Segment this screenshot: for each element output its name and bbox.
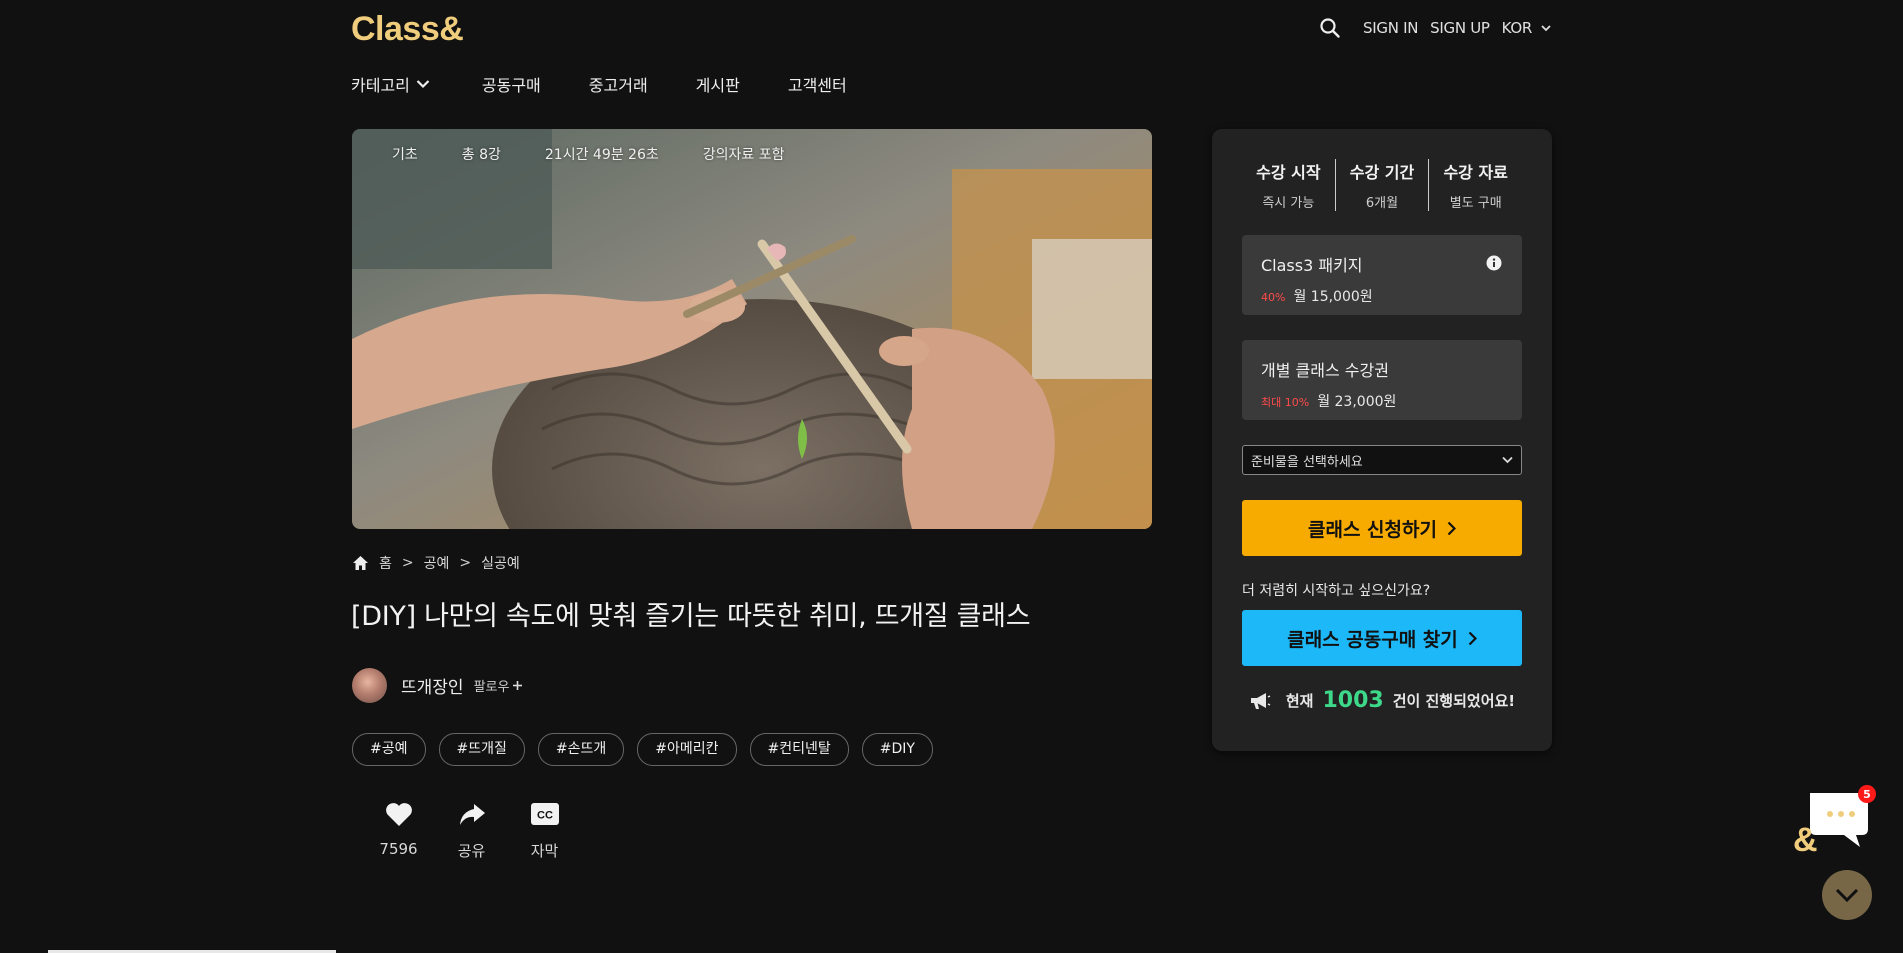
single-class-option[interactable]: 개별 클래스 수강권 최대 10% 월 23,000원 <box>1242 340 1522 420</box>
materials-select[interactable]: 준비물을 선택하세요 <box>1242 445 1522 475</box>
nav-category-label: 카테고리 <box>351 76 410 95</box>
stat-title: 수강 기간 <box>1349 163 1415 182</box>
package-option[interactable]: Class3 패키지 40% 월 15,000원 <box>1242 235 1522 315</box>
info-icon[interactable] <box>1486 255 1502 271</box>
breadcrumb-craft[interactable]: 공예 <box>424 553 450 573</box>
materials-included: 강의자료 포함 <box>702 147 785 163</box>
like-count: 7596 <box>379 840 418 858</box>
nav-group-buy[interactable]: 공동구매 <box>482 72 541 96</box>
single-class-amount: 월 23,000원 <box>1317 394 1397 410</box>
cheaper-prompt: 더 저렴히 시작하고 싶으신가요? <box>1242 583 1431 599</box>
breadcrumb-separator: > <box>401 555 414 571</box>
package-price: 40% 월 15,000원 <box>1261 286 1503 306</box>
plus-icon <box>513 681 523 690</box>
heart-icon <box>384 800 414 828</box>
materials-select-value: 준비물을 선택하세요 <box>1251 454 1363 470</box>
tag-american[interactable]: #아메리칸 <box>637 733 737 766</box>
progress-suffix: 건이 진행되었어요! <box>1392 692 1516 710</box>
stat-value: 6개월 <box>1365 196 1399 211</box>
stat-title: 수강 자료 <box>1443 163 1508 182</box>
chat-notification-badge: 5 <box>1858 785 1876 803</box>
stat-value: 별도 구매 <box>1449 196 1502 211</box>
single-class-discount: 최대 10% <box>1261 396 1310 409</box>
like-button[interactable]: 7596 <box>362 800 435 861</box>
apply-class-label: 클래스 신청하기 <box>1308 518 1437 541</box>
stat-start: 수강 시작 즉시 가능 <box>1242 159 1335 211</box>
share-button[interactable]: 공유 <box>435 800 508 861</box>
stat-title: 수강 시작 <box>1256 163 1321 182</box>
class-level: 기초 <box>392 147 418 163</box>
header-actions: SIGN IN SIGN UP KOR <box>1319 17 1552 39</box>
breadcrumb: 홈 > 공예 > 실공예 <box>352 553 520 573</box>
total-duration: 21시간 49분 26초 <box>544 147 659 163</box>
group-buy-progress: 현재 1003 건이 진행되었어요! <box>1212 688 1552 713</box>
nav-board[interactable]: 게시판 <box>696 72 740 96</box>
tag-diy[interactable]: #DIY <box>861 733 933 766</box>
tag-list: #공예 #뜨개질 #손뜨개 #아메리칸 #컨티넨탈 #DIY <box>352 733 933 766</box>
svg-text:CC: CC <box>537 810 553 822</box>
tag-knitting[interactable]: #뜨개질 <box>438 733 525 766</box>
scroll-down-button[interactable] <box>1822 870 1872 920</box>
action-bar: 7596 공유 CC 자막 <box>362 800 581 861</box>
package-title: Class3 패키지 <box>1261 256 1363 275</box>
main-nav: 카테고리 공동구매 중고거래 게시판 고객센터 <box>351 72 895 96</box>
stat-materials: 수강 자료 별도 구매 <box>1428 159 1522 211</box>
subtitle-label: 자막 <box>530 842 559 860</box>
sign-up-link[interactable]: SIGN UP <box>1430 19 1490 37</box>
tag-hand-knit[interactable]: #손뜨개 <box>537 733 625 766</box>
breadcrumb-separator: > <box>459 555 472 571</box>
subtitle-button[interactable]: CC 자막 <box>508 800 581 861</box>
sign-in-link[interactable]: SIGN IN <box>1363 19 1418 37</box>
package-amount: 월 15,000원 <box>1293 289 1373 305</box>
breadcrumb-home[interactable]: 홈 <box>379 553 392 573</box>
chevron-down-icon <box>1502 456 1513 464</box>
progress-count: 1003 <box>1322 688 1384 713</box>
language-label: KOR <box>1501 19 1533 37</box>
tag-craft[interactable]: #공예 <box>352 733 426 766</box>
nav-used-market[interactable]: 중고거래 <box>589 72 648 96</box>
chevron-down-icon <box>1835 888 1859 902</box>
home-icon[interactable] <box>352 555 369 571</box>
author-avatar[interactable] <box>352 668 387 703</box>
class-stats: 수강 시작 즉시 가능 수강 기간 6개월 수강 자료 별도 구매 <box>1242 159 1522 211</box>
class-hero-image[interactable]: 기초 총 8강 21시간 49분 26초 강의자료 포함 <box>352 129 1152 529</box>
author-info: 뜨개장인 팔로우 <box>352 668 523 703</box>
single-class-title: 개별 클래스 수강권 <box>1261 361 1389 380</box>
find-group-buy-button[interactable]: 클래스 공동구매 찾기 <box>1242 610 1522 666</box>
single-class-price: 최대 10% 월 23,000원 <box>1261 391 1503 411</box>
share-icon <box>457 800 487 828</box>
progress-prefix: 현재 <box>1285 692 1314 710</box>
package-discount: 40% <box>1261 291 1286 304</box>
chevron-right-icon <box>1468 631 1477 645</box>
knitting-photo <box>352 129 1152 529</box>
nav-category[interactable]: 카테고리 <box>351 72 430 96</box>
stat-period: 수강 기간 6개월 <box>1334 159 1429 211</box>
tag-continental[interactable]: #컨티넨탈 <box>749 733 849 766</box>
logo[interactable]: Class& <box>351 10 464 49</box>
closed-caption-icon: CC <box>530 800 560 828</box>
class-info-bar: 기초 총 8강 21시간 49분 26초 강의자료 포함 <box>392 144 829 164</box>
chevron-down-icon <box>1540 22 1552 34</box>
search-icon[interactable] <box>1319 17 1341 39</box>
lecture-count: 총 8강 <box>461 147 501 163</box>
language-selector[interactable]: KOR <box>1502 19 1552 37</box>
apply-class-button[interactable]: 클래스 신청하기 <box>1242 500 1522 556</box>
purchase-card: 수강 시작 즉시 가능 수강 기간 6개월 수강 자료 별도 구매 Class3… <box>1212 129 1552 751</box>
svg-text:&: & <box>1793 821 1818 859</box>
author-name[interactable]: 뜨개장인 <box>401 673 464 698</box>
nav-support[interactable]: 고객센터 <box>788 72 847 96</box>
class-title: [DIY] 나만의 속도에 맞춰 즐기는 따뜻한 취미, 뜨개질 클래스 <box>351 601 1031 632</box>
follow-button[interactable]: 팔로우 <box>474 676 524 695</box>
find-group-buy-label: 클래스 공동구매 찾기 <box>1287 628 1458 651</box>
breadcrumb-yarn-craft[interactable]: 실공예 <box>481 553 520 573</box>
chevron-down-icon <box>416 80 430 89</box>
share-label: 공유 <box>457 842 486 860</box>
megaphone-icon <box>1249 691 1271 711</box>
chevron-right-icon <box>1447 521 1456 535</box>
follow-label: 팔로우 <box>473 680 510 695</box>
stat-value: 즉시 가능 <box>1262 196 1315 211</box>
